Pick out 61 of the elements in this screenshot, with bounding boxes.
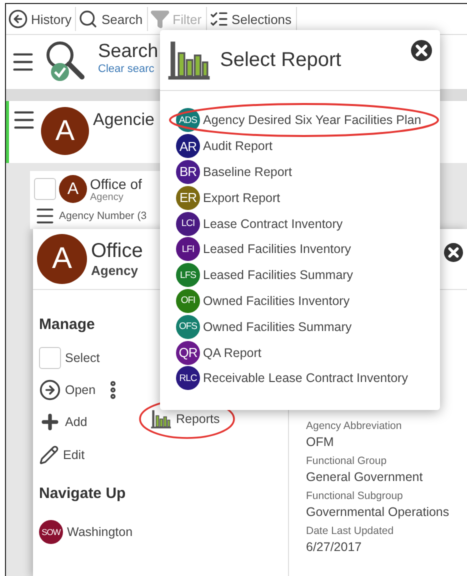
toolbar-button[interactable]: Search [76,7,148,31]
region-badge: SOW [39,520,63,544]
select-checkbox[interactable] [39,347,61,369]
field-label: Agency Abbreviation [306,420,403,432]
agency-name: Office of [90,176,142,192]
column-label: Agency Number (3 [59,210,147,222]
agency-type: Agency [91,263,139,278]
row-checkbox[interactable] [34,178,56,200]
field-value: General Government [306,470,424,484]
agency-type: Agency [90,192,124,202]
page-title: Search [98,41,158,63]
clear-search-link[interactable]: Clear searc [98,63,158,75]
report-item[interactable]: ER Export Report [176,185,280,210]
section-heading: Manage [39,316,96,333]
field-label: Functional Group [306,455,388,467]
toolbar-button[interactable]: History [6,7,76,31]
report-item[interactable]: LFI Leased Facilities Inventory [176,236,351,262]
report-badge: BR [176,160,200,184]
report-item[interactable]: BR Baseline Report [176,160,292,184]
report-item[interactable]: AR Audit Report [176,134,272,159]
report-badge: LCI [176,212,200,236]
field-value: 6/27/2017 [306,540,363,554]
agency-name: Office [91,240,143,263]
report-item[interactable]: OFS Owned Facilities Summary [176,314,352,340]
action-button[interactable]: Select [39,347,100,369]
field-value: Governmental Operations [306,505,450,519]
section-heading: Navigate Up [39,485,127,502]
report-badge: ER [176,186,200,210]
agency-avatar: A [59,175,87,203]
report-item[interactable]: RLC Receivable Lease Contract Inventory [176,366,408,391]
field-label: Functional Subgroup [306,490,404,502]
report-badge: RLC [176,366,200,390]
pencil-icon [39,445,59,465]
action-button[interactable]: Open [39,379,96,401]
close-button[interactable] [444,242,463,262]
report-badge: OFI [176,288,200,313]
report-badge: LFI [176,237,200,262]
report-badge: OFS [176,314,200,339]
action-button[interactable]: Add [39,411,88,433]
report-item[interactable]: OFI Owned Facilities Inventory [176,288,350,314]
report-badge: QR [176,340,200,365]
back-icon [8,9,28,29]
report-item[interactable]: LFS Leased Facilities Summary [176,262,354,288]
report-badge: AR [176,134,200,158]
arrow-right-icon [39,379,61,401]
dialog-title: Select Report [220,48,342,72]
agency-avatar: A [41,107,89,155]
filter-icon [150,9,170,29]
field-value: OFM [306,435,335,449]
close-button[interactable] [411,40,432,60]
field-label: Date Last Updated [306,525,395,537]
navigate-link[interactable]: SOW Washington [39,520,150,544]
search-icon [78,9,98,29]
panel-title: Agencie [93,110,154,130]
plus-icon [39,411,61,433]
chart-icon [150,408,172,430]
report-item[interactable]: QR QA Report [176,340,262,365]
agency-avatar: A [37,234,87,284]
report-item[interactable]: LCI Lease Contract Inventory [176,211,343,236]
report-badge: LFS [176,263,200,288]
action-button[interactable]: Edit [39,445,85,465]
